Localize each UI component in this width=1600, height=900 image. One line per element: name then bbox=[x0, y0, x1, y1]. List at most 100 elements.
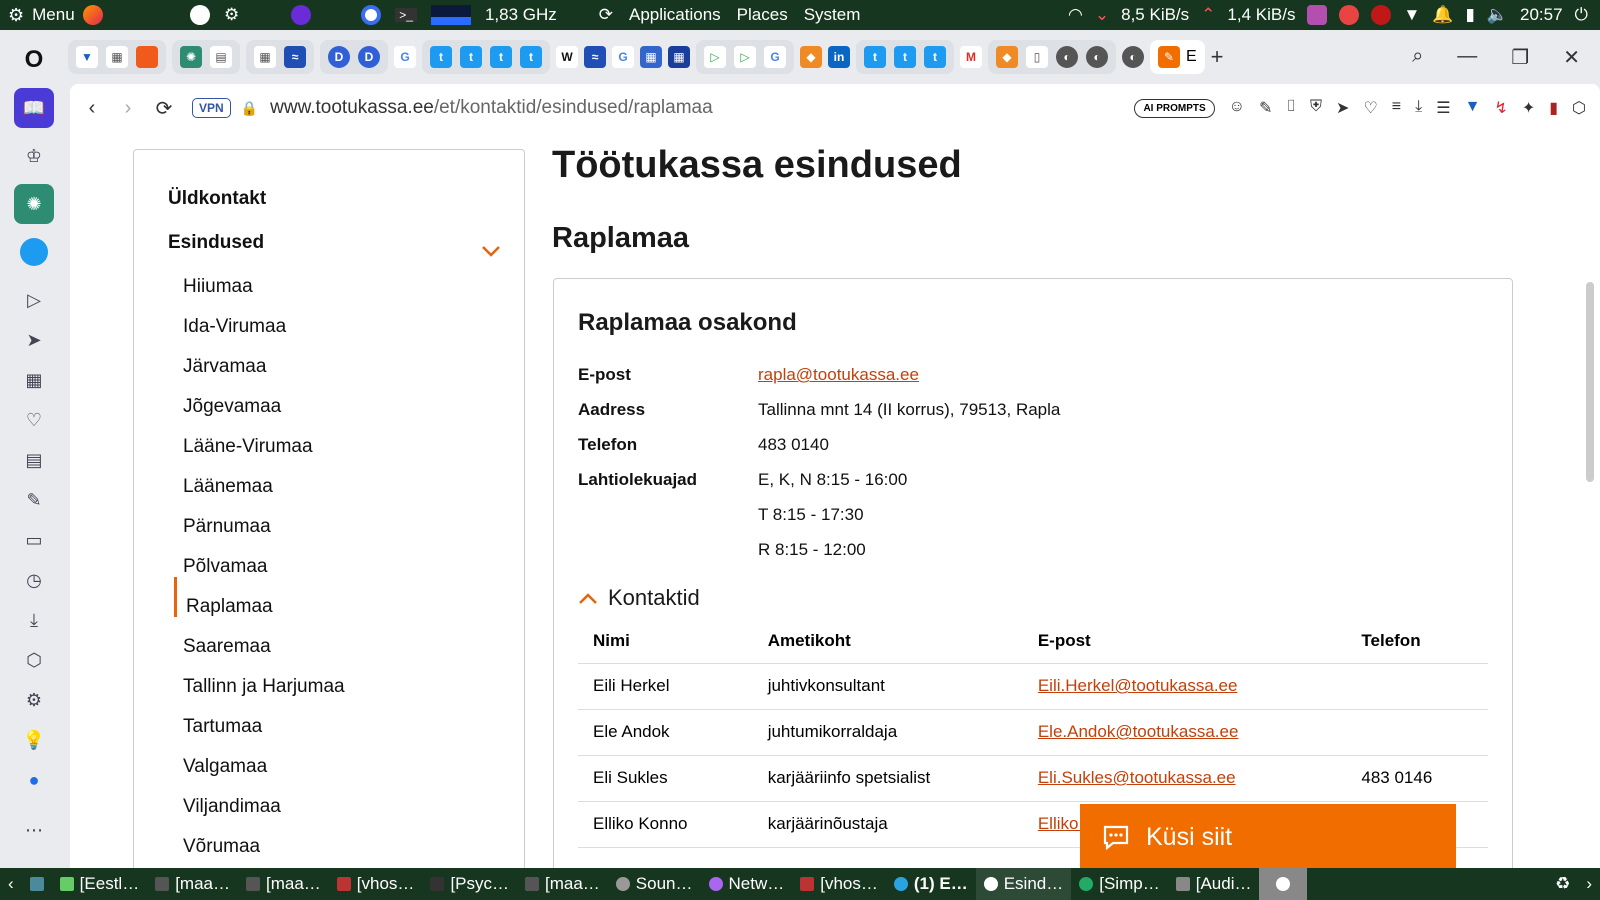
lightbulb-icon[interactable]: 💡 bbox=[14, 720, 54, 760]
player-icon[interactable]: ▷ bbox=[14, 280, 54, 320]
nav-item-saaremaa[interactable]: Saaremaa bbox=[183, 636, 271, 658]
maximize-icon[interactable]: ❐ bbox=[1511, 45, 1529, 70]
history-icon[interactable]: ◷ bbox=[14, 560, 54, 600]
vivaldi-tab-icon[interactable]: ▼ bbox=[76, 46, 98, 68]
nav-item-hiiumaa[interactable]: Hiiumaa bbox=[183, 276, 253, 298]
contact-email-link[interactable]: Eli.Sukles@tootukassa.ee bbox=[1038, 768, 1236, 787]
fox-tab-icon-2[interactable]: ◆ bbox=[996, 46, 1018, 68]
nav-item-parnumaa[interactable]: Pärnumaa bbox=[183, 516, 271, 538]
chatgpt-tab-icon[interactable]: ✺ bbox=[180, 46, 202, 68]
vpn-badge[interactable]: VPN bbox=[192, 98, 231, 118]
tab-group-twitter-2[interactable]: t t t bbox=[856, 40, 954, 74]
forward-icon[interactable]: › bbox=[110, 97, 146, 120]
nav-item-tartumaa[interactable]: Tartumaa bbox=[183, 716, 262, 738]
heart-icon[interactable]: ♡ bbox=[1363, 98, 1377, 118]
taskbar-item[interactable]: Soun… bbox=[608, 868, 701, 900]
twitter-tab-icon-3[interactable]: t bbox=[490, 46, 512, 68]
search-tabs-icon[interactable]: ⌕ bbox=[1412, 45, 1423, 70]
grid-tab-icon[interactable]: ▦ bbox=[106, 46, 128, 68]
tab-group-3[interactable]: ▦ ≈ bbox=[246, 40, 314, 74]
taskbar-item[interactable]: [vhos… bbox=[792, 868, 886, 900]
url-field[interactable]: www.tootukassa.ee/et/kontaktid/esindused… bbox=[270, 97, 713, 119]
trash-icon[interactable]: ♻ bbox=[1547, 868, 1578, 900]
taskbar-item[interactable]: Netw… bbox=[701, 868, 793, 900]
nav-item-jarvamaa[interactable]: Järvamaa bbox=[183, 356, 266, 378]
wifi-icon[interactable]: ◠ bbox=[1068, 5, 1083, 25]
page-scrollbar[interactable] bbox=[1586, 282, 1594, 482]
news-icon[interactable]: ▤ bbox=[14, 440, 54, 480]
chat-bubble-icon[interactable]: ● bbox=[14, 760, 54, 800]
terminal-icon[interactable]: >_ bbox=[395, 8, 417, 22]
reload-icon[interactable]: ⟳ bbox=[146, 96, 182, 121]
google-tab-icon-2[interactable]: G bbox=[612, 46, 634, 68]
d-tab-icon[interactable]: D bbox=[328, 46, 350, 68]
play-tab-icon[interactable]: ▷ bbox=[704, 46, 726, 68]
battery-saver-icon[interactable]: ≡ bbox=[1392, 98, 1401, 118]
settings-cog-icon[interactable]: ⚙ bbox=[224, 5, 239, 25]
minimize-icon[interactable]: — bbox=[1457, 45, 1477, 70]
taskbar-left-arrow-icon[interactable]: ‹ bbox=[0, 868, 22, 900]
power-icon[interactable]: ⏻ bbox=[1575, 5, 1588, 25]
send-icon[interactable]: ➤ bbox=[1336, 98, 1349, 118]
apps-tab-icon[interactable]: ▦ bbox=[254, 46, 276, 68]
accessibility-icon[interactable] bbox=[190, 5, 210, 25]
tab-group-2[interactable]: ✺ ▤ bbox=[172, 40, 240, 74]
nav-general-link[interactable]: Üldkontakt bbox=[168, 188, 266, 210]
office-email-link[interactable]: rapla@tootukassa.ee bbox=[758, 365, 919, 384]
nav-item-vorumaa[interactable]: Võrumaa bbox=[183, 836, 260, 858]
twitter-tab-icon-7[interactable]: t bbox=[924, 46, 946, 68]
taskbar-item-active[interactable]: Esind… bbox=[975, 868, 1072, 900]
easy-setup-icon[interactable]: ☰ bbox=[1436, 98, 1450, 118]
new-tab-icon[interactable]: + bbox=[1211, 44, 1224, 70]
nav-item-ida-virumaa[interactable]: Ida-Virumaa bbox=[183, 316, 286, 338]
puzzle-icon[interactable]: ✦ bbox=[1522, 98, 1535, 118]
settings-icon[interactable]: ⚙ bbox=[14, 680, 54, 720]
google-tab-icon-3[interactable]: G bbox=[764, 46, 786, 68]
tab-group-twitter[interactable]: t t t t bbox=[422, 40, 550, 74]
heart-icon[interactable]: ♡ bbox=[14, 400, 54, 440]
lock-icon[interactable]: 🔒 bbox=[241, 100, 258, 117]
nav-item-tallinn[interactable]: Tallinn ja Harjumaa bbox=[183, 676, 345, 698]
twitter-tab-icon-5[interactable]: t bbox=[864, 46, 886, 68]
taskbar-item[interactable]: [Simp… bbox=[1071, 868, 1167, 900]
tabs-icon[interactable]: ▭ bbox=[14, 520, 54, 560]
nav-item-raplamaa[interactable]: Raplamaa bbox=[186, 596, 273, 618]
extension-icon[interactable]: ↯ bbox=[1494, 98, 1507, 118]
taskbar-right-arrow-icon[interactable]: › bbox=[1578, 868, 1600, 900]
cube-icon[interactable]: ⬡ bbox=[14, 640, 54, 680]
taskbar-item[interactable]: [Eestl… bbox=[52, 868, 148, 900]
menu-system[interactable]: System bbox=[804, 5, 861, 25]
menu-places[interactable]: Places bbox=[737, 5, 788, 25]
nav-item-laane-virumaa[interactable]: Lääne-Virumaa bbox=[183, 436, 313, 458]
menu-applications[interactable]: Applications bbox=[629, 5, 721, 25]
reader-tab-icon[interactable]: ▤ bbox=[210, 46, 232, 68]
apps-grid-icon[interactable]: ▦ bbox=[14, 360, 54, 400]
emoji-icon[interactable]: ☺ bbox=[1229, 98, 1245, 118]
globe-tab-icon-2[interactable]: ◐ bbox=[1086, 46, 1108, 68]
clock[interactable]: 20:57 bbox=[1520, 5, 1563, 25]
back-icon[interactable]: ‹ bbox=[74, 97, 110, 120]
tab-group-1[interactable]: ▼ ▦ bbox=[68, 40, 166, 74]
nav-item-viljandimaa[interactable]: Viljandimaa bbox=[183, 796, 281, 818]
chatgpt-icon[interactable]: ✺ bbox=[14, 184, 54, 224]
vivaldi-ext-icon[interactable]: ▼ bbox=[1465, 98, 1481, 118]
close-window-icon[interactable]: ✕ bbox=[1563, 45, 1580, 70]
wifi-signal-icon[interactable]: ▼ bbox=[1403, 5, 1420, 25]
chevron-down-icon[interactable] bbox=[480, 240, 502, 262]
doc-tab-icon[interactable]: ▯ bbox=[1026, 46, 1048, 68]
gmail-tab-icon[interactable]: M bbox=[960, 46, 982, 68]
crown-icon[interactable]: ♔ bbox=[14, 136, 54, 176]
fox-tab-icon[interactable]: ◆ bbox=[800, 46, 822, 68]
firefox-icon[interactable] bbox=[82, 5, 103, 25]
contact-email-link[interactable]: Ele.Andok@tootukassa.ee bbox=[1038, 722, 1239, 741]
tab-group-misc[interactable]: ◆ ▯ ◐ ◐ bbox=[988, 40, 1116, 74]
twitter-tab-icon-4[interactable]: t bbox=[520, 46, 542, 68]
download-icon[interactable]: ⤓ bbox=[1415, 98, 1422, 118]
edit-icon[interactable]: ✎ bbox=[14, 480, 54, 520]
contacts-toggle[interactable]: Kontaktid bbox=[578, 585, 700, 611]
audio-app-icon[interactable] bbox=[1307, 5, 1328, 25]
taskbar-item[interactable]: [vhos… bbox=[329, 868, 423, 900]
blue-tab-icon[interactable]: ≈ bbox=[284, 46, 306, 68]
opera-launcher-icon[interactable] bbox=[361, 5, 382, 25]
taskbar-item[interactable]: (1) E… bbox=[886, 868, 976, 900]
